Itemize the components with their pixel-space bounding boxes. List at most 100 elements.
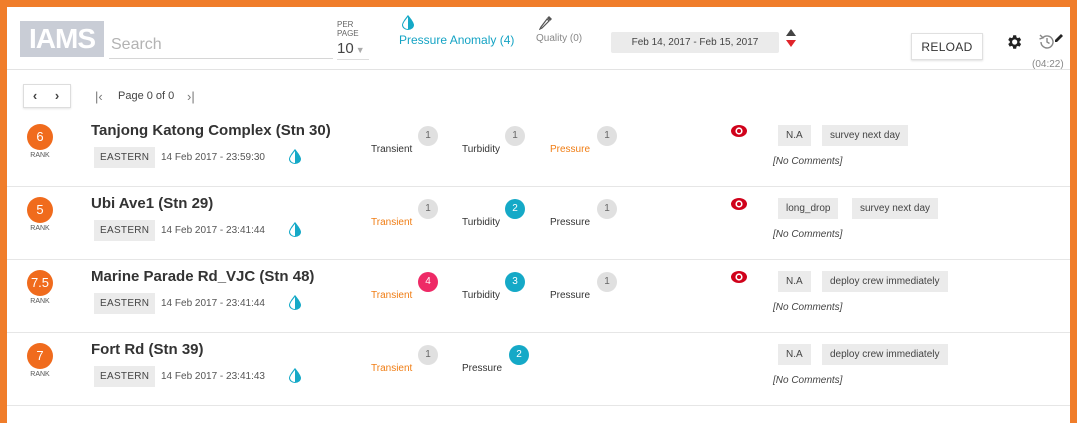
metric-label: Transient	[371, 144, 413, 155]
timestamp: 14 Feb 2017 - 23:41:44	[161, 298, 265, 309]
status-tag[interactable]: long_drop	[778, 198, 839, 219]
region-badge: EASTERN	[94, 366, 156, 387]
metric-count: 1	[418, 345, 438, 365]
metric-turbidity[interactable]: 1 Turbidity	[462, 126, 525, 166]
arrow-down-icon[interactable]	[786, 40, 796, 47]
eye-icon[interactable]	[730, 124, 748, 143]
station-row[interactable]: 6 RANK Tanjong Katong Complex (Stn 30) EAST…	[7, 114, 1070, 187]
station-name[interactable]: Fort Rd (Stn 39)	[91, 341, 204, 358]
water-drop-icon	[402, 15, 414, 30]
status-tag[interactable]: survey next day	[822, 125, 909, 146]
timestamp: 14 Feb 2017 - 23:59:30	[161, 152, 265, 163]
status-tag[interactable]: survey next day	[852, 198, 939, 219]
comment-text: [No Comments]	[773, 229, 843, 240]
metric-count: 3	[505, 272, 525, 292]
metric-count: 1	[597, 272, 617, 292]
date-sort-toggle[interactable]	[786, 29, 798, 47]
chevron-down-icon: ▼	[355, 45, 365, 55]
rank-label: RANK	[30, 371, 50, 378]
gear-icon[interactable]	[1005, 33, 1023, 51]
metric-count: 2	[505, 199, 525, 219]
metric-label: Turbidity	[462, 217, 500, 228]
per-page-value[interactable]: 10 ▼	[337, 40, 369, 60]
metric-count: 4	[418, 272, 438, 292]
first-page-icon[interactable]: |‹	[95, 89, 103, 104]
prev-next-buttons: ‹ ›	[23, 84, 71, 108]
comment-text: [No Comments]	[773, 375, 843, 386]
status-tag[interactable]: N.A	[778, 344, 811, 365]
station-row[interactable]: 7 RANK Fort Rd (Stn 39) EASTERN 14 Feb 2017 …	[7, 333, 1070, 406]
last-page-icon[interactable]: ›|	[187, 89, 195, 104]
metric-transient[interactable]: 1 Transient	[371, 345, 438, 385]
metric-pressure[interactable]: 1 Pressure	[550, 272, 617, 312]
metric-label: Transient	[371, 217, 413, 228]
station-row[interactable]: 5 RANK Ubi Ave1 (Stn 29) EASTERN 14 Feb 2017…	[7, 187, 1070, 260]
pressure-anomaly-filter[interactable]: Pressure Anomaly (4)	[399, 15, 524, 47]
metric-transient[interactable]: 1 Transient	[371, 126, 438, 166]
history-edit-icon[interactable]	[1037, 33, 1065, 51]
metric-label: Turbidity	[462, 144, 500, 155]
arrow-up-icon[interactable]	[786, 29, 796, 36]
dropper-icon	[539, 16, 552, 30]
water-drop-icon	[289, 295, 301, 315]
metric-pressure[interactable]: 2 Pressure	[462, 345, 529, 385]
timestamp: 14 Feb 2017 - 23:41:43	[161, 371, 265, 382]
metric-label: Transient	[371, 363, 413, 374]
station-row[interactable]: 7.5 RANK Marine Parade Rd_VJC (Stn 48) EAST…	[7, 260, 1070, 333]
rank-badge: 7.5	[27, 270, 53, 296]
search-input[interactable]	[109, 31, 333, 59]
metric-label: Pressure	[550, 217, 591, 228]
water-drop-icon	[289, 222, 301, 242]
status-tag[interactable]: N.A	[778, 271, 811, 292]
metric-count: 1	[505, 126, 525, 146]
station-name[interactable]: Tanjong Katong Complex (Stn 30)	[91, 122, 331, 139]
pagination-bar: ‹ › |‹ Page 0 of 0 ›|	[7, 77, 1070, 111]
metric-label: Turbidity	[462, 290, 500, 301]
water-drop-icon	[289, 149, 301, 169]
chevron-right-icon[interactable]: ›	[46, 85, 68, 107]
metric-turbidity[interactable]: 2 Turbidity	[462, 199, 525, 239]
status-tag[interactable]: deploy crew immediately	[822, 271, 948, 292]
status-tag[interactable]: N.A	[778, 125, 811, 146]
metric-turbidity[interactable]: 3 Turbidity	[462, 272, 525, 312]
chevron-left-icon[interactable]: ‹	[24, 85, 46, 107]
page-indicator: Page 0 of 0	[118, 90, 175, 102]
station-name[interactable]: Ubi Ave1 (Stn 29)	[91, 195, 213, 212]
metric-pressure[interactable]: 1 Pressure	[550, 199, 617, 239]
rank-badge: 6	[27, 124, 53, 150]
rank-label: RANK	[30, 225, 50, 232]
metric-count: 1	[418, 199, 438, 219]
per-page-select[interactable]: PER PAGE 10 ▼	[337, 20, 377, 60]
pressure-filter-label: Pressure Anomaly (4)	[399, 33, 515, 47]
region-badge: EASTERN	[94, 220, 156, 241]
rank-label: RANK	[30, 298, 50, 305]
metric-label: Pressure	[462, 363, 503, 374]
rank-badge: 5	[27, 197, 53, 223]
water-drop-icon	[289, 368, 301, 388]
region-badge: EASTERN	[94, 293, 156, 314]
comment-text: [No Comments]	[773, 156, 843, 167]
metric-label: Pressure	[550, 290, 591, 301]
comment-text: [No Comments]	[773, 302, 843, 313]
timestamp: 14 Feb 2017 - 23:41:44	[161, 225, 265, 236]
top-bar: IAMS PER PAGE 10▼ Pressure Anomaly (4) Q…	[7, 7, 1070, 70]
rank-label: RANK	[30, 152, 50, 159]
app-logo: IAMS	[20, 21, 104, 57]
status-tag[interactable]: deploy crew immediately	[822, 344, 948, 365]
region-badge: EASTERN	[94, 147, 156, 168]
metric-label: Pressure	[550, 144, 591, 155]
refresh-timer: (04:22)	[1032, 59, 1064, 70]
metric-transient[interactable]: 4 Transient	[371, 272, 438, 312]
reload-button[interactable]: RELOAD	[911, 33, 983, 60]
metric-count: 1	[418, 126, 438, 146]
metric-transient[interactable]: 1 Transient	[371, 199, 438, 239]
metric-pressure[interactable]: 1 Pressure	[550, 126, 617, 166]
eye-icon[interactable]	[730, 270, 748, 289]
eye-icon[interactable]	[730, 197, 748, 216]
station-name[interactable]: Marine Parade Rd_VJC (Stn 48)	[91, 268, 314, 285]
metric-count: 1	[597, 199, 617, 219]
date-range-picker[interactable]: Feb 14, 2017 - Feb 15, 2017	[611, 32, 779, 53]
app-frame: IAMS PER PAGE 10▼ Pressure Anomaly (4) Q…	[0, 0, 1077, 423]
metric-label: Transient	[371, 290, 413, 301]
quality-filter[interactable]: Quality (0)	[536, 15, 596, 44]
